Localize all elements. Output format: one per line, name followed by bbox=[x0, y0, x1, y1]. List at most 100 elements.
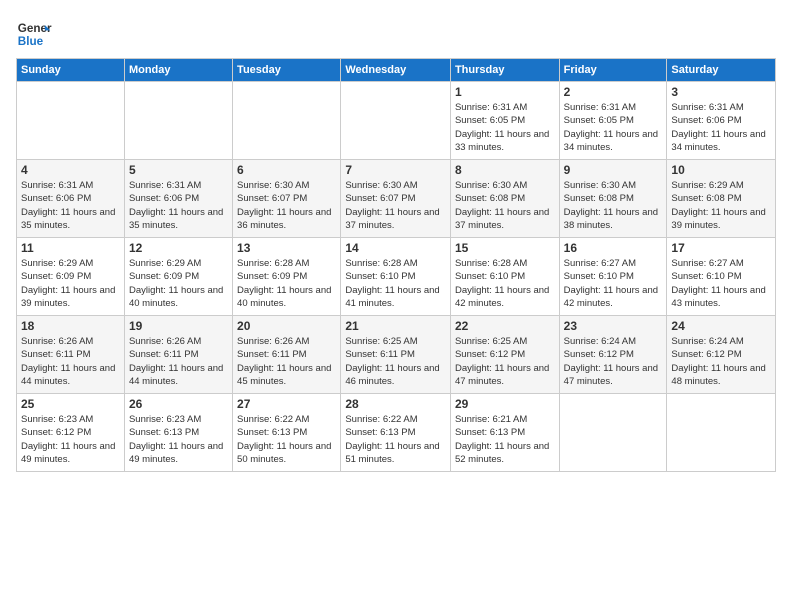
calendar-cell: 6 Sunrise: 6:30 AM Sunset: 6:07 PM Daylig… bbox=[233, 160, 341, 238]
calendar-cell bbox=[17, 82, 125, 160]
day-number: 29 bbox=[455, 397, 555, 411]
calendar-cell: 16 Sunrise: 6:27 AM Sunset: 6:10 PM Dayli… bbox=[559, 238, 667, 316]
day-detail: Sunrise: 6:28 AM Sunset: 6:10 PM Dayligh… bbox=[345, 257, 446, 310]
weekday-header-sunday: Sunday bbox=[17, 59, 125, 82]
calendar-cell: 7 Sunrise: 6:30 AM Sunset: 6:07 PM Daylig… bbox=[341, 160, 451, 238]
day-detail: Sunrise: 6:27 AM Sunset: 6:10 PM Dayligh… bbox=[564, 257, 663, 310]
day-detail: Sunrise: 6:31 AM Sunset: 6:06 PM Dayligh… bbox=[671, 101, 771, 154]
calendar-cell: 27 Sunrise: 6:22 AM Sunset: 6:13 PM Dayli… bbox=[233, 394, 341, 472]
day-number: 6 bbox=[237, 163, 336, 177]
calendar-cell: 8Sunrise: 6:30 AM Sunset: 6:08 PM Daylig… bbox=[450, 160, 559, 238]
day-detail: Sunrise: 6:31 AM Sunset: 6:06 PM Dayligh… bbox=[21, 179, 120, 232]
day-detail: Sunrise: 6:30 AM Sunset: 6:08 PM Dayligh… bbox=[564, 179, 663, 232]
day-detail: Sunrise: 6:26 AM Sunset: 6:11 PM Dayligh… bbox=[129, 335, 228, 388]
day-detail: Sunrise: 6:24 AM Sunset: 6:12 PM Dayligh… bbox=[671, 335, 771, 388]
day-detail: Sunrise: 6:26 AM Sunset: 6:11 PM Dayligh… bbox=[21, 335, 120, 388]
day-number: 12 bbox=[129, 241, 228, 255]
calendar-cell: 21 Sunrise: 6:25 AM Sunset: 6:11 PM Dayli… bbox=[341, 316, 451, 394]
day-number: 8 bbox=[455, 163, 555, 177]
calendar-cell bbox=[124, 82, 232, 160]
day-number: 7 bbox=[345, 163, 446, 177]
day-detail: Sunrise: 6:24 AM Sunset: 6:12 PM Dayligh… bbox=[564, 335, 663, 388]
weekday-header-wednesday: Wednesday bbox=[341, 59, 451, 82]
day-number: 3 bbox=[671, 85, 771, 99]
day-detail: Sunrise: 6:28 AM Sunset: 6:10 PM Dayligh… bbox=[455, 257, 555, 310]
calendar-cell: 10 Sunrise: 6:29 AM Sunset: 6:08 PM Dayli… bbox=[667, 160, 776, 238]
calendar-cell: 28 Sunrise: 6:22 AM Sunset: 6:13 PM Dayli… bbox=[341, 394, 451, 472]
day-detail: Sunrise: 6:22 AM Sunset: 6:13 PM Dayligh… bbox=[345, 413, 446, 466]
day-number: 19 bbox=[129, 319, 228, 333]
day-number: 14 bbox=[345, 241, 446, 255]
calendar-cell: 24 Sunrise: 6:24 AM Sunset: 6:12 PM Dayli… bbox=[667, 316, 776, 394]
calendar-cell: 5 Sunrise: 6:31 AM Sunset: 6:06 PM Daylig… bbox=[124, 160, 232, 238]
day-detail: Sunrise: 6:26 AM Sunset: 6:11 PM Dayligh… bbox=[237, 335, 336, 388]
day-number: 18 bbox=[21, 319, 120, 333]
weekday-header-friday: Friday bbox=[559, 59, 667, 82]
day-detail: Sunrise: 6:27 AM Sunset: 6:10 PM Dayligh… bbox=[671, 257, 771, 310]
day-number: 2 bbox=[564, 85, 663, 99]
calendar-cell: 1 Sunrise: 6:31 AM Sunset: 6:05 PM Daylig… bbox=[450, 82, 559, 160]
day-number: 13 bbox=[237, 241, 336, 255]
day-detail: Sunrise: 6:30 AM Sunset: 6:07 PM Dayligh… bbox=[237, 179, 336, 232]
weekday-header-saturday: Saturday bbox=[667, 59, 776, 82]
day-number: 4 bbox=[21, 163, 120, 177]
day-detail: Sunrise: 6:23 AM Sunset: 6:12 PM Dayligh… bbox=[21, 413, 120, 466]
calendar-cell: 19 Sunrise: 6:26 AM Sunset: 6:11 PM Dayli… bbox=[124, 316, 232, 394]
day-detail: Sunrise: 6:23 AM Sunset: 6:13 PM Dayligh… bbox=[129, 413, 228, 466]
day-detail: Sunrise: 6:29 AM Sunset: 6:09 PM Dayligh… bbox=[129, 257, 228, 310]
day-number: 16 bbox=[564, 241, 663, 255]
day-detail: Sunrise: 6:21 AM Sunset: 6:13 PM Dayligh… bbox=[455, 413, 555, 466]
day-number: 9 bbox=[564, 163, 663, 177]
logo: General Blue bbox=[16, 16, 52, 52]
day-number: 25 bbox=[21, 397, 120, 411]
day-detail: Sunrise: 6:31 AM Sunset: 6:06 PM Dayligh… bbox=[129, 179, 228, 232]
calendar-cell: 2 Sunrise: 6:31 AM Sunset: 6:05 PM Daylig… bbox=[559, 82, 667, 160]
calendar-cell: 4 Sunrise: 6:31 AM Sunset: 6:06 PM Daylig… bbox=[17, 160, 125, 238]
day-number: 20 bbox=[237, 319, 336, 333]
weekday-header-tuesday: Tuesday bbox=[233, 59, 341, 82]
day-number: 15 bbox=[455, 241, 555, 255]
day-number: 27 bbox=[237, 397, 336, 411]
calendar-cell: 18 Sunrise: 6:26 AM Sunset: 6:11 PM Dayli… bbox=[17, 316, 125, 394]
day-number: 24 bbox=[671, 319, 771, 333]
day-number: 21 bbox=[345, 319, 446, 333]
page-header: General Blue bbox=[16, 16, 776, 52]
day-number: 11 bbox=[21, 241, 120, 255]
day-number: 28 bbox=[345, 397, 446, 411]
day-number: 1 bbox=[455, 85, 555, 99]
day-detail: Sunrise: 6:29 AM Sunset: 6:08 PM Dayligh… bbox=[671, 179, 771, 232]
day-detail: Sunrise: 6:22 AM Sunset: 6:13 PM Dayligh… bbox=[237, 413, 336, 466]
day-number: 10 bbox=[671, 163, 771, 177]
day-number: 5 bbox=[129, 163, 228, 177]
day-detail: Sunrise: 6:25 AM Sunset: 6:11 PM Dayligh… bbox=[345, 335, 446, 388]
day-detail: Sunrise: 6:29 AM Sunset: 6:09 PM Dayligh… bbox=[21, 257, 120, 310]
calendar-cell: 12 Sunrise: 6:29 AM Sunset: 6:09 PM Dayli… bbox=[124, 238, 232, 316]
calendar-cell: 15 Sunrise: 6:28 AM Sunset: 6:10 PM Dayli… bbox=[450, 238, 559, 316]
calendar-cell: 23 Sunrise: 6:24 AM Sunset: 6:12 PM Dayli… bbox=[559, 316, 667, 394]
day-detail: Sunrise: 6:31 AM Sunset: 6:05 PM Dayligh… bbox=[455, 101, 555, 154]
calendar-cell: 14 Sunrise: 6:28 AM Sunset: 6:10 PM Dayli… bbox=[341, 238, 451, 316]
calendar-table: SundayMondayTuesdayWednesdayThursdayFrid… bbox=[16, 58, 776, 472]
calendar-cell: 29 Sunrise: 6:21 AM Sunset: 6:13 PM Dayli… bbox=[450, 394, 559, 472]
weekday-header-thursday: Thursday bbox=[450, 59, 559, 82]
calendar-cell bbox=[559, 394, 667, 472]
day-detail: Sunrise: 6:28 AM Sunset: 6:09 PM Dayligh… bbox=[237, 257, 336, 310]
day-number: 17 bbox=[671, 241, 771, 255]
day-number: 26 bbox=[129, 397, 228, 411]
day-number: 22 bbox=[455, 319, 555, 333]
calendar-cell bbox=[341, 82, 451, 160]
calendar-cell: 25 Sunrise: 6:23 AM Sunset: 6:12 PM Dayli… bbox=[17, 394, 125, 472]
calendar-cell: 9 Sunrise: 6:30 AM Sunset: 6:08 PM Daylig… bbox=[559, 160, 667, 238]
calendar-cell: 26 Sunrise: 6:23 AM Sunset: 6:13 PM Dayli… bbox=[124, 394, 232, 472]
day-number: 23 bbox=[564, 319, 663, 333]
day-detail: Sunrise: 6:30 AM Sunset: 6:07 PM Dayligh… bbox=[345, 179, 446, 232]
svg-text:Blue: Blue bbox=[18, 35, 44, 48]
calendar-cell: 13 Sunrise: 6:28 AM Sunset: 6:09 PM Dayli… bbox=[233, 238, 341, 316]
day-detail: Sunrise: 6:31 AM Sunset: 6:05 PM Dayligh… bbox=[564, 101, 663, 154]
day-detail: Sunrise: 6:25 AM Sunset: 6:12 PM Dayligh… bbox=[455, 335, 555, 388]
weekday-header-monday: Monday bbox=[124, 59, 232, 82]
calendar-cell: 20 Sunrise: 6:26 AM Sunset: 6:11 PM Dayli… bbox=[233, 316, 341, 394]
logo-icon: General Blue bbox=[16, 16, 52, 52]
calendar-cell: 3 Sunrise: 6:31 AM Sunset: 6:06 PM Daylig… bbox=[667, 82, 776, 160]
calendar-cell bbox=[667, 394, 776, 472]
